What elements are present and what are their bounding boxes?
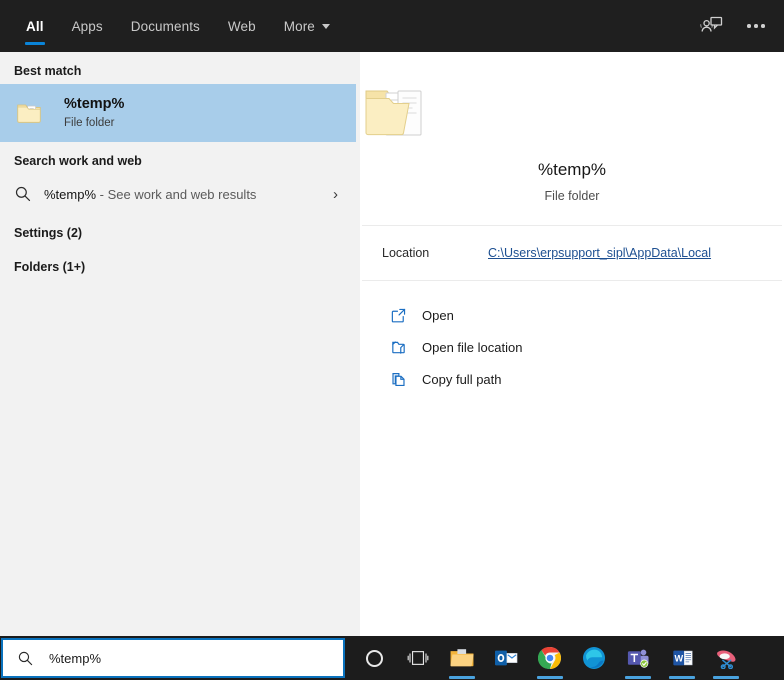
search-input-value[interactable]: %temp% [49, 651, 101, 666]
location-row: Location C:\Users\erpsupport_sipl\AppDat… [360, 226, 784, 280]
web-search-suffix: - See work and web results [96, 186, 257, 202]
snipping-tool-icon [716, 650, 735, 669]
tab-list: All Apps Documents Web More [0, 0, 344, 52]
preview-pane: %temp% File folder Location C:\Users\erp… [360, 52, 784, 636]
action-copy-full-path-label: Copy full path [422, 371, 502, 387]
location-value-link[interactable]: C:\Users\erpsupport_sipl\AppData\Local [488, 246, 711, 260]
task-view-button[interactable] [403, 641, 433, 675]
copy-icon [388, 371, 408, 388]
edge-button[interactable] [579, 641, 609, 675]
search-icon [14, 185, 36, 203]
web-search-query: %temp% [44, 186, 97, 202]
tab-apps[interactable]: Apps [58, 0, 117, 52]
preview-hero: %temp% File folder [360, 52, 784, 225]
tab-all-label: All [26, 18, 44, 34]
preview-title: %temp% [537, 160, 607, 179]
outlook-icon [495, 650, 518, 666]
word-button[interactable]: W [667, 641, 697, 679]
folder-open-documents-icon [360, 82, 784, 144]
taskbar: %temp% W [0, 636, 784, 680]
tab-apps-label: Apps [71, 18, 103, 34]
action-open-file-location-label: Open file location [422, 339, 523, 355]
search-filter-tabbar: All Apps Documents Web More [0, 0, 784, 52]
more-options-icon[interactable] [736, 6, 776, 46]
results-pane: Best match %temp% File folder Search wor… [0, 52, 356, 636]
tab-all[interactable]: All [12, 0, 58, 52]
word-icon: W [672, 650, 692, 666]
location-label: Location [382, 246, 430, 260]
taskbar-icons: W [345, 636, 741, 680]
ellipsis-icon [747, 24, 765, 28]
tab-documents-label: Documents [130, 18, 200, 34]
tab-more-label: More [283, 18, 315, 34]
file-explorer-icon [450, 649, 474, 667]
tab-more[interactable]: More [270, 0, 344, 52]
feedback-icon[interactable] [692, 6, 732, 46]
teams-button[interactable] [623, 641, 653, 679]
best-match-subtitle: File folder [64, 117, 115, 130]
cortana-icon [365, 649, 383, 667]
snipping-tool-button[interactable] [711, 641, 741, 679]
search-web-heading: Search work and web [14, 154, 142, 168]
taskbar-search-box[interactable]: %temp% [1, 638, 345, 678]
web-search-result[interactable]: %temp% - See work and web results › [0, 174, 356, 214]
group-settings[interactable]: Settings (2) [0, 214, 356, 248]
cortana-button[interactable] [359, 641, 389, 675]
action-list: Open Open file location Copy full path [360, 281, 784, 395]
tabbar-actions [692, 0, 776, 52]
action-open[interactable]: Open [360, 299, 784, 331]
action-copy-full-path[interactable]: Copy full path [360, 363, 784, 395]
web-search-label: %temp% - See work and web results [44, 187, 333, 202]
tab-documents[interactable]: Documents [117, 0, 214, 52]
windows-search-flyout: All Apps Documents Web More Best match %… [0, 0, 784, 680]
best-match-heading: Best match [14, 64, 82, 78]
chevron-down-icon [321, 23, 330, 29]
outlook-button[interactable] [491, 641, 521, 675]
tab-web[interactable]: Web [214, 0, 270, 52]
svg-text:W: W [674, 654, 683, 664]
preview-subtitle: File folder [544, 189, 600, 203]
search-icon [17, 650, 37, 667]
tab-web-label: Web [227, 18, 256, 34]
folder-icon [14, 98, 44, 128]
open-external-icon [388, 307, 408, 324]
action-open-file-location[interactable]: Open file location [360, 331, 784, 363]
task-view-icon [407, 651, 429, 665]
edge-icon [583, 647, 605, 669]
folder-location-icon [388, 339, 408, 356]
action-open-label: Open [422, 307, 454, 323]
best-match-result[interactable]: %temp% File folder [0, 84, 356, 142]
teams-icon [627, 649, 649, 668]
chevron-right-icon: › [333, 185, 338, 203]
chrome-button[interactable] [535, 641, 565, 679]
best-match-text: %temp% File folder [64, 95, 124, 131]
group-folders[interactable]: Folders (1+) [0, 248, 356, 282]
best-match-title: %temp% [64, 96, 125, 113]
file-explorer-button[interactable] [447, 641, 477, 679]
chrome-icon [538, 646, 561, 670]
